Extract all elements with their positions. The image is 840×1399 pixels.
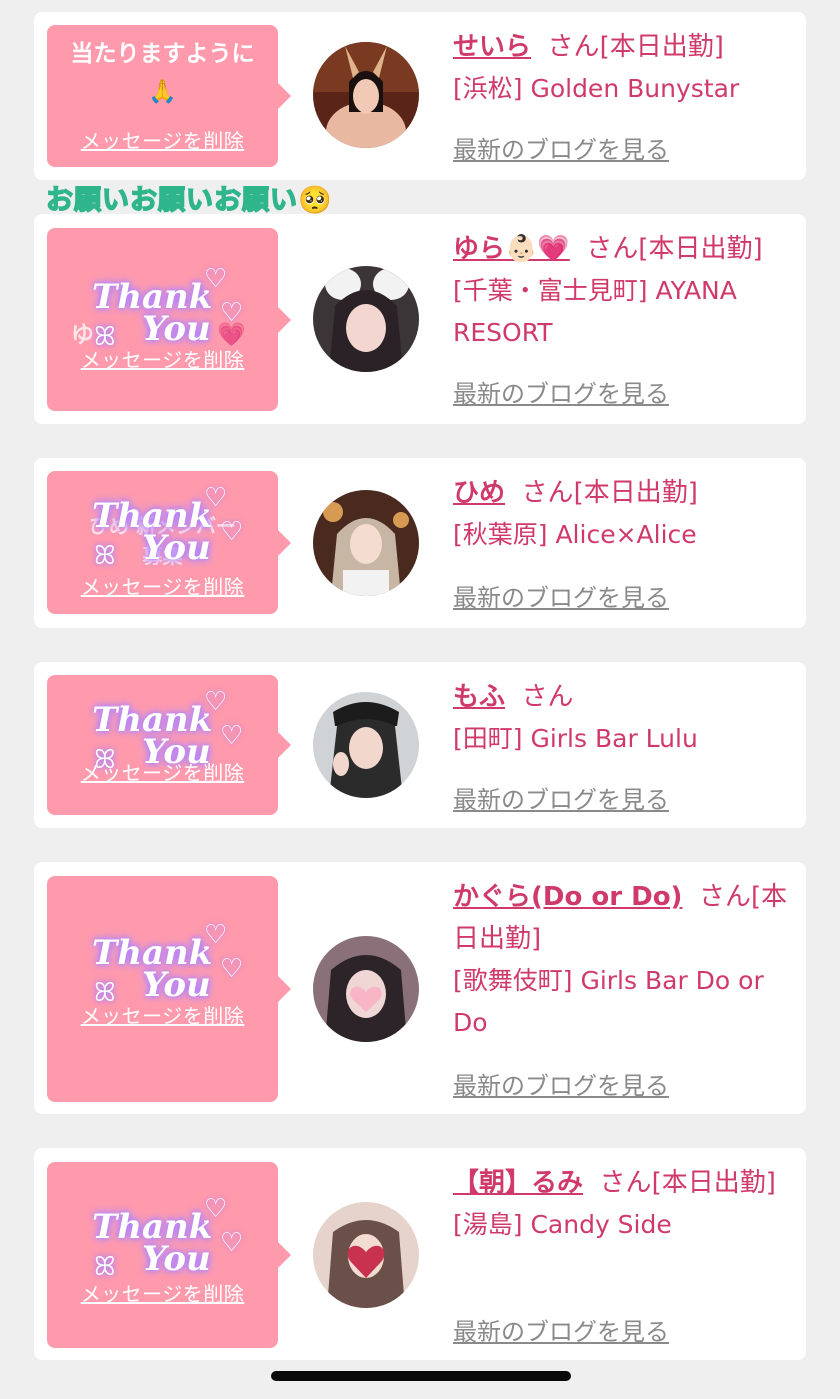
- cast-info: ゆら👶🏻💗 さん[本日出勤] [千葉・富士見町] AYANA RESORT: [453, 228, 793, 354]
- shop-location: [浜松] Golden Bunystar: [453, 74, 740, 103]
- shop-location: [湯島] Candy Side: [453, 1210, 672, 1239]
- status-text: [本日出勤]: [651, 1168, 776, 1198]
- cast-name-link[interactable]: 【朝】るみ: [453, 1168, 583, 1198]
- message-card: ゆ 💗 Thank You ♡ ♡ ꕤ メッセージを削除 ゆら👶🏻💗 さん[本日出勤]…: [34, 214, 806, 424]
- message-card: 当たりますように 🙏 メッセージを削除 せいら さん[本日出勤] [浜松] Go…: [34, 12, 806, 180]
- delete-message-link[interactable]: メッセージを削除: [47, 344, 278, 373]
- message-card: Thank You ♡ ♡ ꕤ メッセージを削除 もふ さん [田町] Girls …: [34, 662, 806, 828]
- message-card: Thank You ♡ ♡ ꕤ メッセージを削除 【朝】るみ さん[本日出勤] [湯…: [34, 1148, 806, 1360]
- cast-name-link[interactable]: もふ: [453, 682, 505, 712]
- delete-message-link[interactable]: メッセージを削除: [47, 1000, 278, 1029]
- message-bubble: Thank You ♡ ♡ ꕤ メッセージを削除: [47, 1162, 291, 1348]
- delete-message-link[interactable]: メッセージを削除: [47, 571, 278, 600]
- avatar[interactable]: [313, 692, 419, 798]
- avatar[interactable]: [313, 936, 419, 1042]
- message-text: 当たりますように 🙏: [70, 41, 255, 105]
- cast-name-link[interactable]: ゆら👶🏻💗: [453, 234, 570, 264]
- latest-blog-link[interactable]: 最新のブログを見る: [453, 130, 669, 165]
- status-text: [本日出勤]: [638, 234, 763, 264]
- message-bubble: ひめ 新メンバー 募集 Thank You ♡ ♡ ꕤ メッセージを削除: [47, 471, 291, 614]
- latest-blog-link[interactable]: 最新のブログを見る: [453, 374, 669, 409]
- message-card: Thank You ♡ ♡ ꕤ メッセージを削除 かぐら(Do or Do) さん[…: [34, 862, 806, 1114]
- avatar[interactable]: [313, 1202, 419, 1308]
- message-card: ひめ 新メンバー 募集 Thank You ♡ ♡ ꕤ メッセージを削除 ひめ さん…: [34, 458, 806, 628]
- message-bubble: 当たりますように 🙏 メッセージを削除: [47, 25, 291, 167]
- latest-blog-link[interactable]: 最新のブログを見る: [453, 1312, 669, 1347]
- latest-blog-link[interactable]: 最新のブログを見る: [453, 1066, 669, 1101]
- delete-message-link[interactable]: メッセージを削除: [47, 125, 278, 154]
- honorific: さん: [521, 478, 574, 508]
- cast-info: せいら さん[本日出勤] [浜松] Golden Bunystar: [453, 26, 793, 110]
- cast-info: もふ さん [田町] Girls Bar Lulu: [453, 676, 793, 760]
- message-bubble: Thank You ♡ ♡ ꕤ メッセージを削除: [47, 675, 291, 815]
- avatar[interactable]: [313, 42, 419, 148]
- honorific: さん: [698, 882, 751, 912]
- between-message: お願いお願いお願い🥺: [45, 184, 333, 217]
- home-indicator[interactable]: [271, 1371, 571, 1381]
- honorific: さん: [586, 234, 639, 264]
- cast-name-link[interactable]: ひめ: [453, 478, 505, 508]
- message-bubble: Thank You ♡ ♡ ꕤ メッセージを削除: [47, 876, 291, 1102]
- shop-location: [秋葉原] Alice×Alice: [453, 520, 697, 549]
- delete-message-link[interactable]: メッセージを削除: [47, 1278, 278, 1307]
- status-text: [本日出勤]: [573, 478, 698, 508]
- cast-info: ひめ さん[本日出勤] [秋葉原] Alice×Alice: [453, 472, 793, 556]
- delete-message-link[interactable]: メッセージを削除: [47, 757, 278, 786]
- cast-info: かぐら(Do or Do) さん[本日出勤] [歌舞伎町] Girls Bar …: [453, 876, 793, 1044]
- message-bubble: ゆ 💗 Thank You ♡ ♡ ꕤ メッセージを削除: [47, 228, 291, 411]
- honorific: さん: [599, 1168, 652, 1198]
- latest-blog-link[interactable]: 最新のブログを見る: [453, 578, 669, 613]
- shop-location: [歌舞伎町] Girls Bar Do or Do: [453, 966, 764, 1037]
- avatar[interactable]: [313, 266, 419, 372]
- cast-info: 【朝】るみ さん[本日出勤] [湯島] Candy Side: [453, 1162, 793, 1246]
- shop-location: [田町] Girls Bar Lulu: [453, 724, 698, 753]
- honorific: さん: [547, 32, 600, 62]
- avatar[interactable]: [313, 490, 419, 596]
- cast-name-link[interactable]: せいら: [453, 32, 531, 62]
- status-text: [本日出勤]: [599, 32, 724, 62]
- shop-location: [千葉・富士見町] AYANA RESORT: [453, 276, 737, 347]
- latest-blog-link[interactable]: 最新のブログを見る: [453, 780, 669, 815]
- cast-name-link[interactable]: かぐら(Do or Do): [453, 882, 682, 912]
- honorific: さん: [521, 682, 574, 712]
